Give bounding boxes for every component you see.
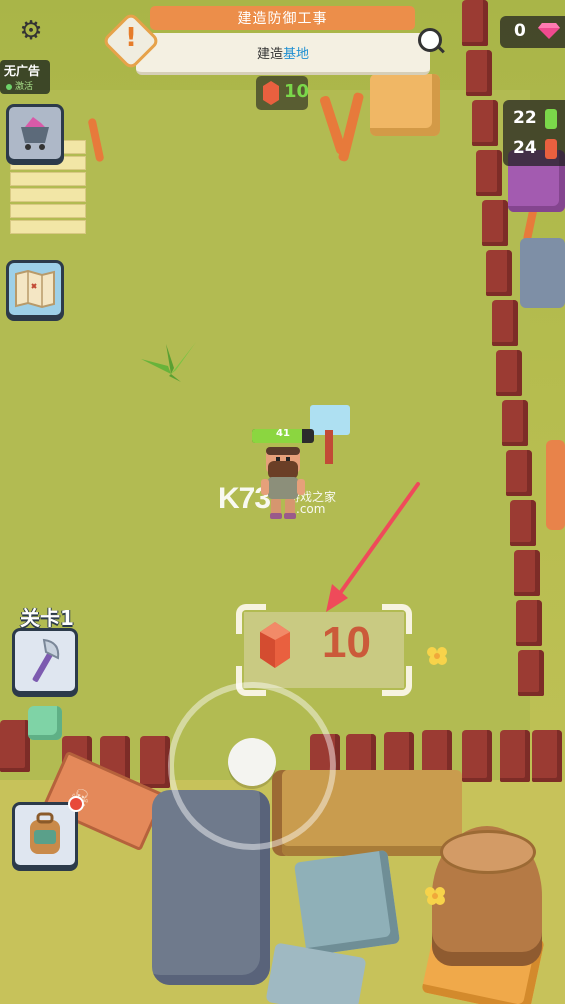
status-dot-icon	[6, 83, 12, 90]
quest-text-highlight: 基地	[283, 47, 310, 62]
backpack-icon	[30, 812, 60, 854]
map-button[interactable]	[6, 260, 64, 318]
axe-tool-button[interactable]	[12, 628, 78, 694]
shop-cart-button[interactable]	[6, 104, 64, 162]
flower-icon	[425, 887, 445, 905]
red-potion-icon	[545, 139, 557, 159]
map-icon	[15, 270, 55, 308]
no-ads-status: 激活	[6, 79, 33, 92]
pink-gem-icon	[538, 23, 560, 39]
no-ads-label: 无广告	[4, 64, 41, 78]
gear-icon[interactable]: ⚙	[16, 16, 46, 46]
green-potion-icon	[545, 109, 557, 129]
search-icon[interactable]	[418, 28, 442, 52]
flower-icon	[427, 647, 447, 665]
axe-icon	[32, 638, 60, 682]
red-crystal-icon	[263, 81, 279, 105]
cart-icon	[21, 117, 49, 150]
no-ads-button[interactable]: 无广告 激活	[0, 60, 50, 94]
build-plot-corner	[382, 604, 412, 634]
quest-cost-value: 10	[284, 81, 310, 102]
red-potion-count: 24	[513, 138, 537, 158]
level-label: 关卡1	[20, 606, 74, 630]
green-potion-count: 22	[513, 108, 537, 128]
objective-banner: 建造防御工事	[150, 6, 415, 30]
notification-badge	[68, 796, 84, 812]
backpack-button[interactable]	[12, 802, 78, 868]
gem-counter[interactable]: 0	[500, 16, 565, 48]
build-plot-corner	[382, 666, 412, 696]
pointer-arrow-icon	[326, 482, 420, 612]
exclamation-icon: !	[125, 23, 137, 53]
quest-panel[interactable]: 建造基地	[136, 33, 430, 75]
joystick-knob[interactable]	[228, 738, 276, 786]
quest-text: 建造基地	[257, 43, 309, 62]
resource-panel: 22 24	[503, 100, 565, 166]
no-ads-status-text: 激活	[15, 82, 34, 92]
gem-count: 0	[514, 21, 526, 41]
quest-cost-indicator: 10	[256, 76, 310, 110]
quest-text-prefix: 建造	[256, 47, 283, 62]
build-plot-cost: 10	[322, 618, 371, 667]
red-crystal-icon	[260, 622, 290, 668]
